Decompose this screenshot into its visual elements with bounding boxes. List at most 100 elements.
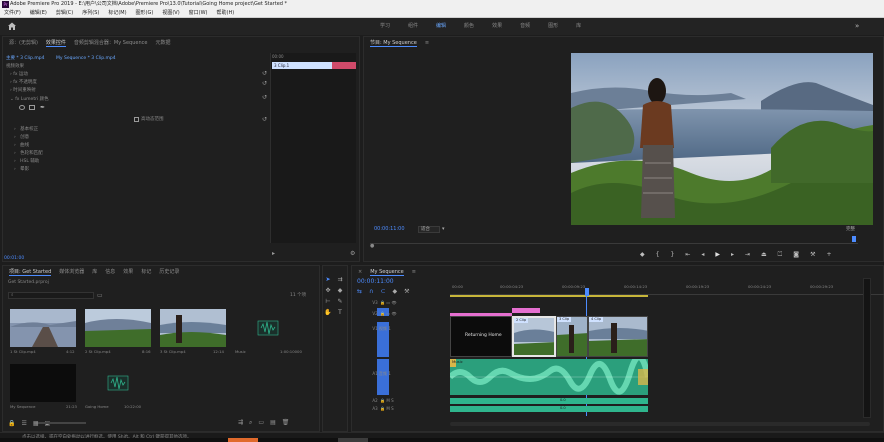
slip-tool-icon[interactable]: ⊢ (324, 298, 332, 306)
lumetri-vignette[interactable]: › 晕影 (14, 166, 29, 173)
razor-tool-icon[interactable]: ◆ (336, 287, 344, 295)
timeline-tab-menu-icon[interactable]: ≡ (412, 267, 416, 276)
program-zoom-icon[interactable]: ● (370, 243, 374, 249)
thumbnail-size-slider[interactable] (38, 422, 86, 424)
track-select-tool-icon[interactable]: ⇉ (336, 276, 344, 284)
add-marker-icon[interactable]: ◆ (640, 251, 645, 259)
clear-icon[interactable]: 🗑 (282, 419, 290, 427)
program-tab-menu-icon[interactable]: ≡ (425, 38, 429, 47)
project-search-input[interactable]: ⌕ (8, 292, 94, 299)
menu-marker[interactable]: 标记(M) (108, 9, 126, 17)
timeline-playhead-handle[interactable] (585, 288, 589, 296)
fx-time-remap-row[interactable]: › 时间重映射 (10, 87, 36, 94)
home-icon[interactable] (7, 21, 17, 31)
video-clip-3[interactable]: 3 Clip (556, 316, 588, 357)
ripple-edit-tool-icon[interactable]: ✥ (324, 287, 332, 295)
timeline-horizontal-scrollbar[interactable] (450, 422, 870, 426)
workspace-tab-libraries[interactable]: 库 (576, 18, 581, 35)
add-button-icon[interactable]: + (826, 251, 831, 259)
taskbar-app-indicator-2[interactable] (338, 438, 368, 442)
project-item-6-thumb[interactable] (85, 364, 151, 402)
mini-clip-bar[interactable]: 3 Clip.1 (272, 62, 332, 69)
find-icon[interactable]: ⌕ (249, 419, 252, 427)
lift-icon[interactable]: ⏏ (761, 251, 767, 259)
reset-motion-icon[interactable]: ↺ (262, 70, 267, 77)
menu-help[interactable]: 帮助(H) (217, 9, 235, 17)
video-clip-4[interactable]: 4 Clip (588, 316, 648, 357)
tab-history[interactable]: 历史记录 (159, 267, 179, 276)
tab-info[interactable]: 信息 (105, 267, 115, 276)
mark-in-icon[interactable]: { (656, 251, 660, 259)
timeline-settings-icon[interactable]: ⚒ (404, 288, 409, 295)
insert-sequence-icon[interactable]: ⇆ (357, 288, 362, 295)
go-to-out-icon[interactable]: ⇥ (745, 251, 750, 259)
lumetri-curves[interactable]: › 曲线 (14, 142, 29, 149)
effect-controls-timecode[interactable]: 00:01:00 (4, 256, 24, 261)
settings-wrench-icon[interactable]: ⚒ (810, 251, 815, 259)
tab-timeline-sequence[interactable]: My Sequence (370, 267, 404, 276)
linked-selection-icon[interactable]: ⊂ (380, 288, 385, 295)
workspace-tab-audio[interactable]: 音频 (520, 18, 530, 35)
taskbar-app-indicator[interactable] (228, 438, 258, 442)
pen-tool-icon[interactable]: ✎ (336, 298, 344, 306)
menu-view[interactable]: 视图(V) (162, 9, 179, 17)
project-item-3-thumb[interactable] (160, 309, 226, 347)
snap-icon[interactable]: ∩ (369, 288, 373, 295)
play-only-icon[interactable]: ▸ (272, 250, 275, 257)
list-view-icon[interactable]: ☰ (21, 420, 26, 427)
go-to-in-icon[interactable]: ⇤ (685, 251, 690, 259)
program-playhead[interactable] (852, 236, 856, 242)
project-item-5-thumb[interactable] (10, 364, 76, 402)
fit-dropdown[interactable]: 适合 (418, 226, 440, 233)
selection-tool-icon[interactable]: ➤ (324, 276, 332, 284)
tab-audio-clip-mixer[interactable]: 音频剪辑混合器：My Sequence (74, 38, 148, 47)
reset-opacity-icon[interactable]: ↺ (262, 80, 267, 87)
workspace-tab-effects[interactable]: 效果 (492, 18, 502, 35)
new-item-icon[interactable]: ▤ (270, 419, 276, 427)
tab-project[interactable]: 项目: Get Started (9, 267, 52, 276)
video-clip-2[interactable]: 2 Clip (512, 316, 556, 357)
ellipse-mask-icon[interactable] (19, 105, 25, 110)
lock-icon[interactable]: 🔒 (8, 420, 15, 427)
reset-hdr-icon[interactable]: ↺ (262, 116, 267, 123)
title-clip-2[interactable] (512, 308, 540, 313)
fx-lumetri-row[interactable]: ⌄ fx Lumetri 颜色 (10, 96, 49, 103)
audio-clip-a3[interactable] (450, 406, 648, 412)
lumetri-creative[interactable]: › 创意 (14, 134, 29, 141)
workspace-tab-color[interactable]: 颜色 (464, 18, 474, 35)
menu-graphics[interactable]: 图形(G) (136, 9, 154, 17)
play-button[interactable]: ▶ (715, 251, 720, 259)
fx-motion-row[interactable]: › fx 运动 (10, 71, 28, 78)
menu-clip[interactable]: 剪辑(C) (56, 9, 73, 17)
workspace-tab-assembly[interactable]: 组件 (408, 18, 418, 35)
menu-window[interactable]: 窗口(W) (189, 9, 208, 17)
timeline-timecode[interactable]: 00:00:11:00 (357, 278, 394, 285)
rectangle-mask-icon[interactable] (29, 105, 35, 110)
fx-opacity-row[interactable]: › fx 不透明度 (10, 79, 37, 86)
mark-out-icon[interactable]: } (670, 251, 674, 259)
workspace-tab-graphics[interactable]: 图形 (548, 18, 558, 35)
menu-edit[interactable]: 编辑(E) (30, 9, 47, 17)
tab-effects[interactable]: 效果 (123, 267, 133, 276)
quality-dropdown[interactable]: 完整 (846, 226, 855, 232)
video-clip-title[interactable]: Returning Home (450, 316, 512, 357)
pen-mask-icon[interactable]: ✒ (40, 104, 45, 111)
add-marker-timeline-icon[interactable]: ◆ (392, 288, 397, 295)
master-clip-label[interactable]: 主要 * 3 Clip.mp4 (6, 55, 44, 62)
tab-metadata[interactable]: 元数据 (155, 38, 170, 47)
menu-more-icon[interactable]: » (855, 22, 859, 30)
timeline-close-icon[interactable]: × (358, 267, 362, 276)
workspace-tab-learn[interactable]: 学习 (380, 18, 390, 35)
automate-icon[interactable]: ⇶ (238, 419, 243, 427)
project-item-1-thumb[interactable] (10, 309, 76, 347)
fit-dropdown-arrow[interactable]: ▾ (442, 226, 445, 232)
tab-media-browser[interactable]: 媒体浏览器 (59, 267, 84, 276)
sequence-clip-label[interactable]: My Sequence * 3 Clip.mp4 (56, 55, 116, 62)
export-frame-icon[interactable]: ◙ (793, 251, 799, 259)
audio-clip-a2[interactable] (450, 398, 648, 404)
track-a1-target[interactable] (377, 359, 389, 395)
menu-sequence[interactable]: 序列(S) (82, 9, 99, 17)
extract-icon[interactable]: ⏍ (778, 251, 783, 259)
work-area-bar[interactable] (450, 295, 648, 297)
step-back-icon[interactable]: ◂ (701, 251, 704, 259)
